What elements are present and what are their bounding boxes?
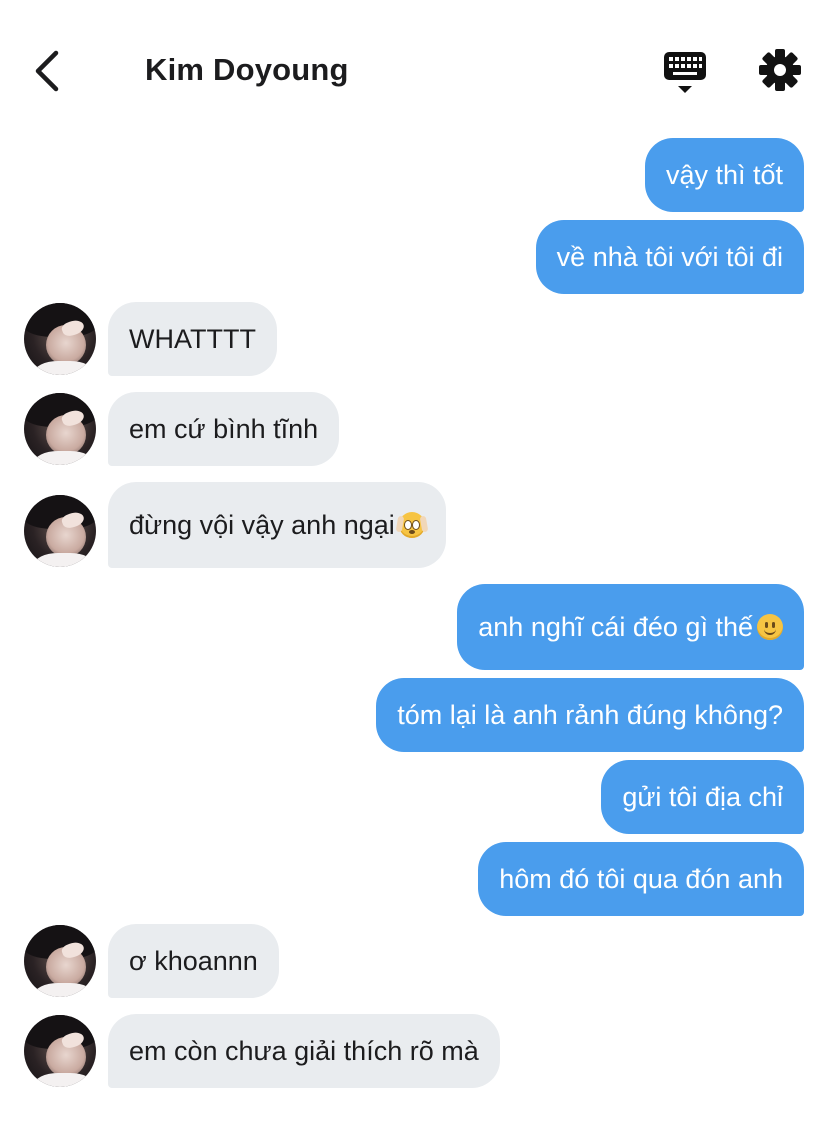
incoming-message[interactable]: em cứ bình tĩnh <box>108 392 340 466</box>
smiling-face-emoji <box>757 614 783 640</box>
message-text: ơ khoannn <box>129 945 258 976</box>
message-text: gửi tôi địa chỉ <box>622 781 783 812</box>
incoming-message[interactable]: WHATTTT <box>108 302 277 376</box>
incoming-message[interactable]: ơ khoannn <box>108 924 279 998</box>
message-text: về nhà tôi với tôi đi <box>556 241 783 272</box>
message-text: anh nghĩ cái đéo gì thế <box>478 611 753 642</box>
avatar[interactable] <box>24 1015 96 1087</box>
keyboard-icon <box>664 52 706 93</box>
incoming-message[interactable]: đừng vội vậy anh ngại <box>108 482 446 568</box>
avatar[interactable] <box>24 495 96 567</box>
back-button[interactable] <box>22 46 72 96</box>
chat-header: Kim Doyoung <box>0 0 828 130</box>
contact-name[interactable]: Kim Doyoung <box>145 52 349 88</box>
message-text: vậy thì tốt <box>665 159 783 190</box>
outgoing-message[interactable]: tóm lại là anh rảnh đúng không? <box>376 678 804 752</box>
avatar[interactable] <box>24 303 96 375</box>
message-text: tóm lại là anh rảnh đúng không? <box>397 699 783 730</box>
outgoing-message[interactable]: vậy thì tốt <box>644 138 804 212</box>
chevron-left-icon <box>35 50 59 92</box>
outgoing-message[interactable]: gửi tôi địa chỉ <box>601 760 804 834</box>
message-text: đừng vội vậy anh ngại <box>129 509 395 540</box>
flushed-face-emoji <box>395 512 429 538</box>
gear-icon <box>759 49 801 91</box>
keyboard-button[interactable] <box>660 48 710 96</box>
outgoing-message[interactable]: về nhà tôi với tôi đi <box>535 220 804 294</box>
incoming-message[interactable]: em còn chưa giải thích rõ mà <box>108 1014 500 1088</box>
message-text: em còn chưa giải thích rõ mà <box>129 1035 479 1066</box>
settings-button[interactable] <box>756 46 804 94</box>
avatar[interactable] <box>24 925 96 997</box>
outgoing-message[interactable]: hôm đó tôi qua đón anh <box>478 842 804 916</box>
message-text: em cứ bình tĩnh <box>129 413 319 444</box>
outgoing-message[interactable]: anh nghĩ cái đéo gì thế <box>457 584 804 670</box>
avatar[interactable] <box>24 393 96 465</box>
message-text: WHATTTT <box>129 323 256 354</box>
message-text: hôm đó tôi qua đón anh <box>499 863 783 894</box>
